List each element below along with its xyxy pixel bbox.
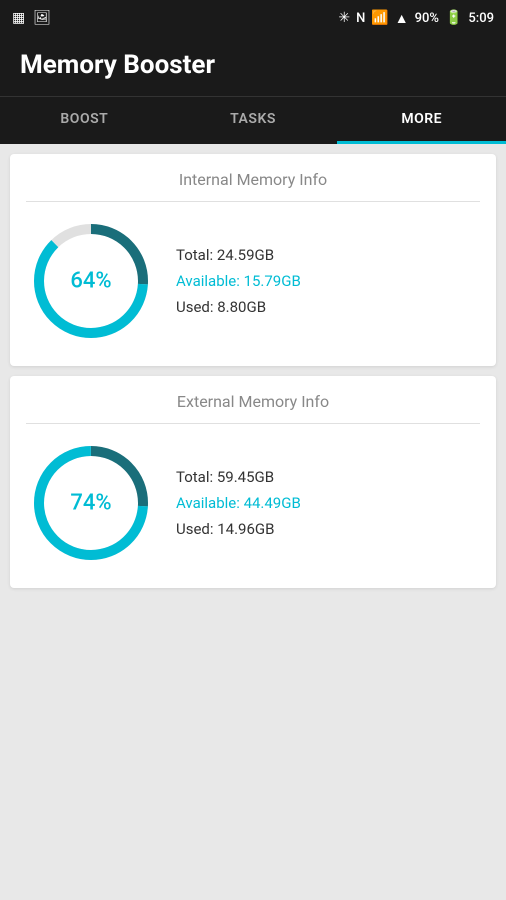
internal-available: Available: 15.79GB xyxy=(176,272,301,290)
internal-memory-title: Internal Memory Info xyxy=(26,170,480,202)
image-icon: 🖼 xyxy=(33,10,51,26)
internal-total: Total: 24.59GB xyxy=(176,246,301,264)
battery-icon: 🔋 xyxy=(445,10,462,26)
internal-memory-body: 64% Total: 24.59GB Available: 15.79GB Us… xyxy=(26,216,480,346)
internal-memory-card: Internal Memory Info 64% Total: 24.59GB … xyxy=(10,154,496,366)
external-donut-chart: 74% xyxy=(26,438,156,568)
bluetooth-icon: ✳ xyxy=(338,10,350,26)
main-content: Internal Memory Info 64% Total: 24.59GB … xyxy=(0,144,506,598)
signal-icon: ▲ xyxy=(395,10,409,27)
tab-more[interactable]: MORE xyxy=(337,97,506,144)
wifi-icon: 📶 xyxy=(371,10,388,26)
sim-icon: ▦ xyxy=(12,10,25,26)
external-total: Total: 59.45GB xyxy=(176,468,301,486)
tab-boost[interactable]: BOOST xyxy=(0,97,169,144)
nfc-icon: N xyxy=(356,11,365,26)
internal-memory-info: Total: 24.59GB Available: 15.79GB Used: … xyxy=(176,246,301,316)
tab-tasks[interactable]: TASKS xyxy=(169,97,338,144)
internal-percent: 64% xyxy=(70,269,111,294)
external-percent: 74% xyxy=(70,491,111,516)
external-memory-title: External Memory Info xyxy=(26,392,480,424)
tab-bar: BOOST TASKS MORE xyxy=(0,96,506,144)
external-memory-body: 74% Total: 59.45GB Available: 44.49GB Us… xyxy=(26,438,480,568)
internal-used: Used: 8.80GB xyxy=(176,298,301,316)
time-display: 5:09 xyxy=(468,11,494,26)
external-used: Used: 14.96GB xyxy=(176,520,301,538)
external-memory-card: External Memory Info 74% Total: 59.45GB … xyxy=(10,376,496,588)
battery-percent: 90% xyxy=(415,11,439,26)
internal-donut-chart: 64% xyxy=(26,216,156,346)
app-title: Memory Booster xyxy=(20,50,486,80)
app-header: Memory Booster xyxy=(0,36,506,96)
external-available: Available: 44.49GB xyxy=(176,494,301,512)
status-bar: ▦ 🖼 ✳ N 📶 ▲ 90% 🔋 5:09 xyxy=(0,0,506,36)
external-memory-info: Total: 59.45GB Available: 44.49GB Used: … xyxy=(176,468,301,538)
